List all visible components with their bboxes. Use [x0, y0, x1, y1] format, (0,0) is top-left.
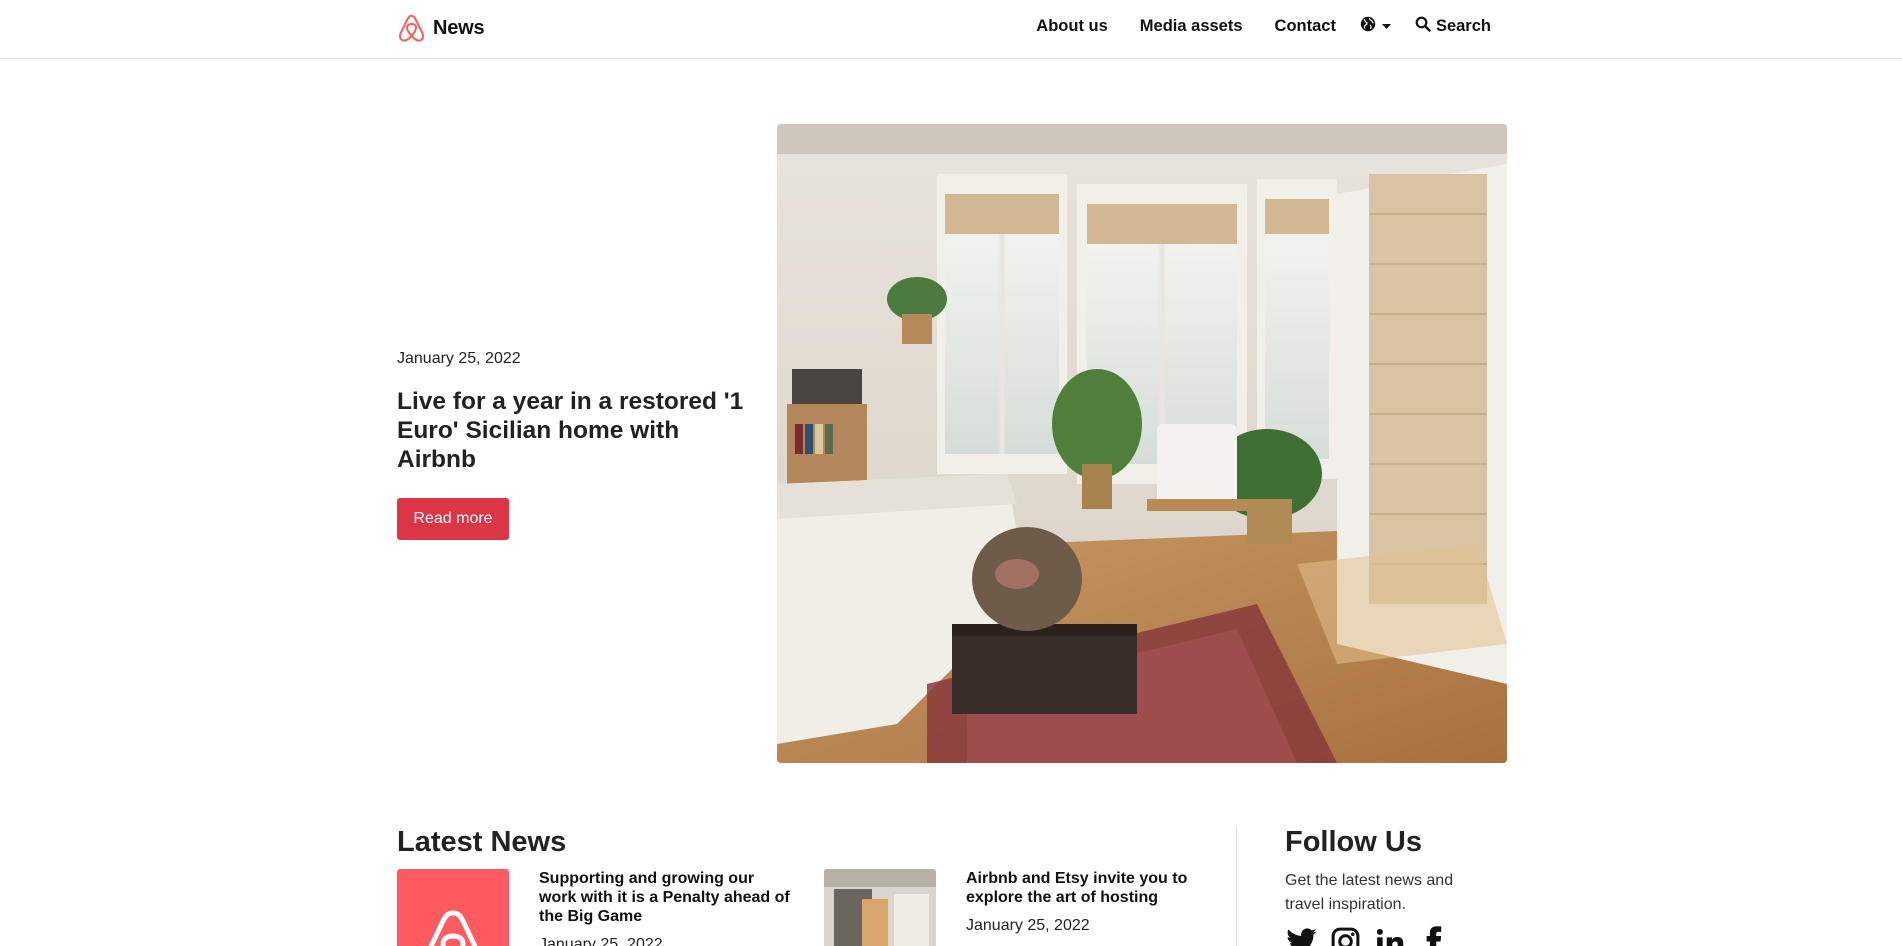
social-links	[1285, 925, 1450, 946]
news-item-date: January 25, 2022	[966, 917, 1090, 934]
search-label: Search	[1435, 16, 1491, 35]
news-thumbnail-interior[interactable]	[824, 869, 936, 946]
latest-news-heading: Latest News	[397, 826, 567, 858]
language-dropdown[interactable]	[1360, 16, 1391, 37]
top-navbar: News About us Media assets Contact Searc…	[0, 0, 1902, 59]
facebook-icon[interactable]	[1417, 925, 1450, 946]
read-more-button[interactable]: Read more	[397, 498, 509, 540]
section-divider	[1236, 827, 1237, 946]
news-item-title[interactable]: Airbnb and Etsy invite you to explore th…	[966, 869, 1201, 907]
search-button[interactable]: Search	[1415, 16, 1491, 37]
chevron-down-icon	[1381, 17, 1391, 35]
hero-title[interactable]: Live for a year in a restored '1 Euro' S…	[397, 387, 757, 474]
airbnb-logo-icon	[397, 13, 426, 44]
nav-media-assets[interactable]: Media assets	[1140, 17, 1243, 36]
news-thumbnail-airbnb-logo[interactable]	[397, 869, 509, 946]
brand-title: News	[433, 16, 485, 39]
main-nav: About us Media assets Contact Search	[1036, 14, 1491, 38]
nav-about-us[interactable]: About us	[1036, 17, 1108, 36]
twitter-icon[interactable]	[1285, 925, 1318, 946]
follow-us-text: Get the latest news and travel inspirati…	[1285, 872, 1454, 913]
news-item-title[interactable]: Supporting and growing our work with it …	[539, 869, 794, 926]
brand-link[interactable]: News	[397, 12, 485, 44]
nav-contact[interactable]: Contact	[1275, 17, 1336, 36]
linkedin-icon[interactable]	[1373, 925, 1406, 946]
news-item-date: January 25, 2022	[539, 936, 663, 946]
search-icon	[1415, 16, 1431, 37]
globe-icon	[1360, 16, 1376, 37]
instagram-icon[interactable]	[1329, 925, 1362, 946]
hero-date: January 25, 2022	[397, 350, 521, 367]
follow-us-heading: Follow Us	[1285, 826, 1422, 858]
hero-image[interactable]	[777, 124, 1507, 763]
